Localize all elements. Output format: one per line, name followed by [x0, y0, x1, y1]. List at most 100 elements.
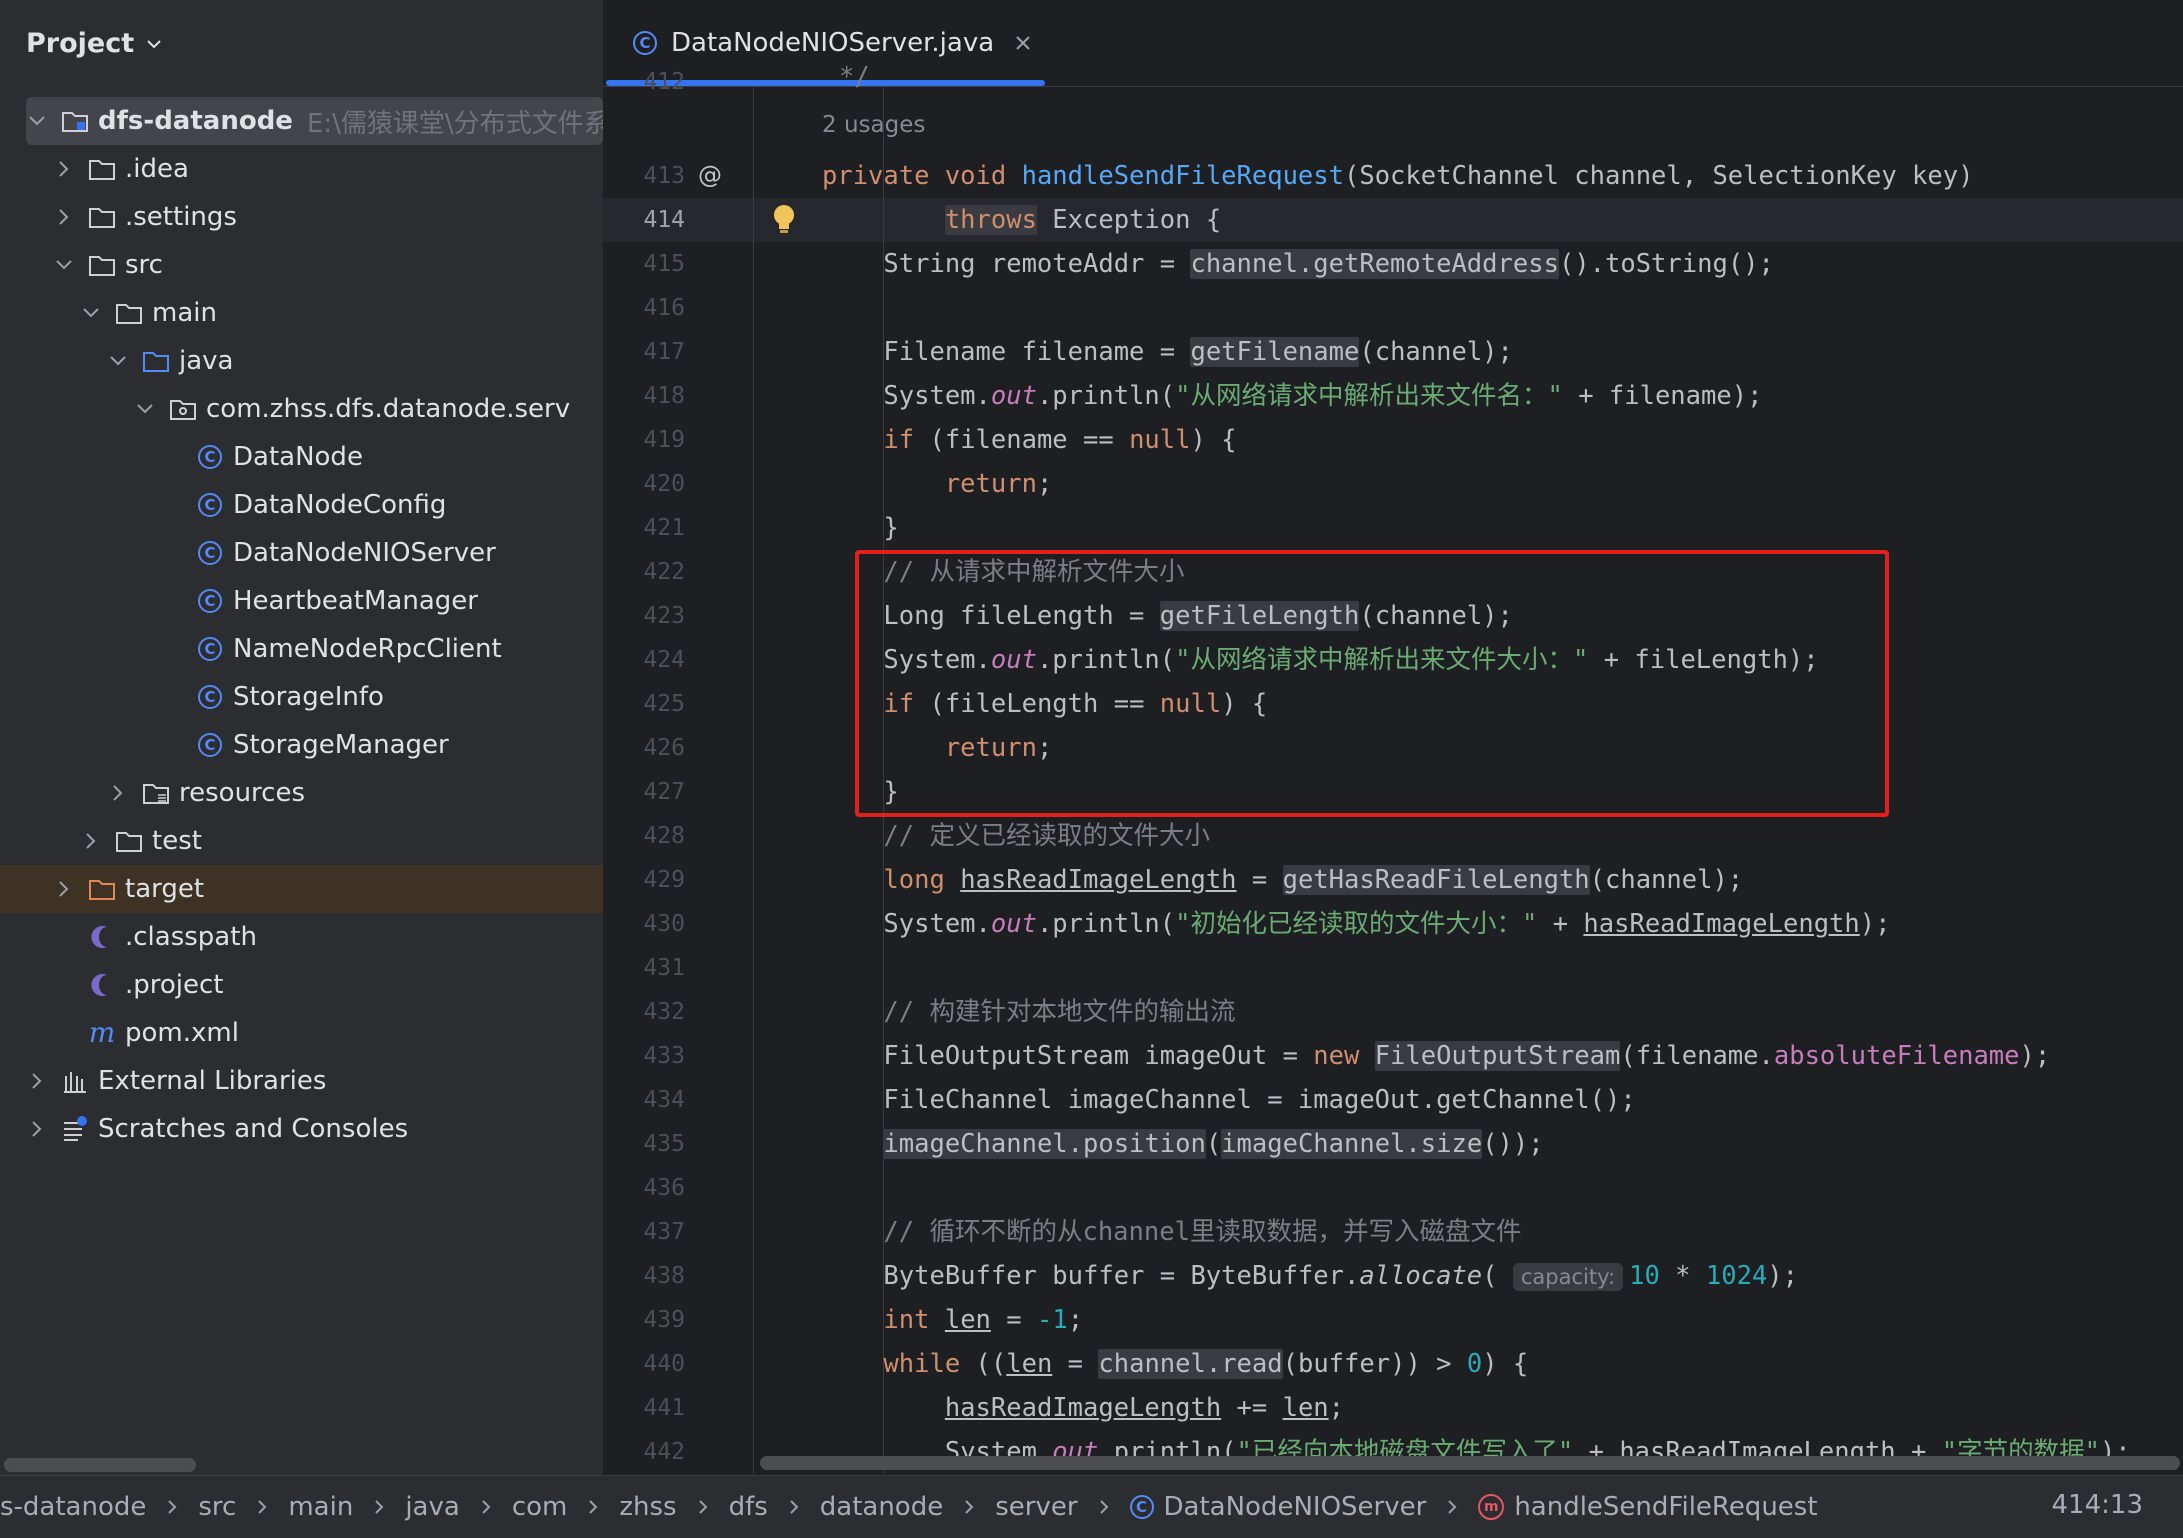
code-line-437: // 循环不断的从channel里读取数据，并写入磁盘文件 — [883, 1217, 1522, 1247]
tree-item-dfs-datanode[interactable]: dfs-datanode E:\儒猿课堂\分布式文件系 — [26, 97, 603, 145]
breadcrumb-item[interactable]: src — [198, 1492, 236, 1522]
tree-item-com-zhss-dfs-datanode-serv[interactable]: com.zhss.dfs.datanode.serv — [0, 385, 603, 433]
chevron-right-icon[interactable] — [53, 206, 75, 228]
tree-item-storageinfo[interactable]: C StorageInfo — [0, 673, 603, 721]
tree-item-main[interactable]: main — [0, 289, 603, 337]
tree-item-storagemanager[interactable]: C StorageManager — [0, 721, 603, 769]
project-panel-header[interactable]: Project — [26, 28, 164, 59]
breadcrumb-item[interactable]: server — [995, 1492, 1077, 1522]
code-line-430: System.out.println("初始化已经读取的文件大小：" + has… — [822, 909, 1891, 939]
breadcrumb-label: main — [288, 1492, 354, 1522]
breadcrumb-item[interactable]: datanode — [820, 1492, 943, 1522]
tree-item-datanodenioserver[interactable]: C DataNodeNIOServer — [0, 529, 603, 577]
class-icon: C — [633, 31, 657, 55]
parameter-hint: capacity: — [1512, 1263, 1624, 1291]
chevron-right-icon[interactable] — [53, 878, 75, 900]
no-arrow-spacer — [161, 638, 183, 660]
usages-hint[interactable]: 2 usages — [822, 112, 925, 138]
editor-horizontal-scrollbar[interactable] — [760, 1456, 2180, 1470]
tree-item-label: DataNodeNIOServer — [233, 538, 496, 568]
tree-item-label: src — [125, 250, 163, 280]
line-number: 427 — [643, 779, 685, 805]
close-icon[interactable] — [1014, 34, 1032, 52]
breadcrumb-item[interactable]: zhss — [619, 1492, 676, 1522]
tree-item-src[interactable]: src — [0, 241, 603, 289]
chevron-down-icon[interactable] — [80, 302, 102, 324]
breadcrumb-item[interactable]: C DataNodeNIOServer — [1129, 1492, 1427, 1522]
class-icon: C — [195, 682, 225, 712]
chevron-down-icon[interactable] — [107, 350, 129, 372]
tree-item-label: Scratches and Consoles — [98, 1114, 409, 1144]
line-number: 437 — [643, 1219, 685, 1245]
chevron-right-icon — [698, 1500, 707, 1514]
tree-item-test[interactable]: test — [0, 817, 603, 865]
tree-item-settings[interactable]: .settings — [0, 193, 603, 241]
tree-item-label: DataNode — [233, 442, 363, 472]
breadcrumb-label: server — [995, 1492, 1078, 1522]
tree-item-datanode[interactable]: C DataNode — [0, 433, 603, 481]
line-number: 416 — [643, 295, 685, 321]
chevron-right-icon — [589, 1500, 598, 1514]
breadcrumb-label: DataNodeNIOServer — [1163, 1492, 1427, 1522]
project-horizontal-scrollbar[interactable] — [4, 1458, 196, 1472]
no-arrow-spacer — [53, 926, 75, 948]
class-icon: C — [195, 538, 225, 568]
gutter-separator — [753, 86, 754, 1475]
tree-item-datanodeconfig[interactable]: C DataNodeConfig — [0, 481, 603, 529]
no-arrow-spacer — [53, 974, 75, 996]
tree-item-scratches-and-consoles[interactable]: Scratches and Consoles — [0, 1105, 603, 1153]
line-number: 425 — [643, 691, 685, 717]
breadcrumb-item[interactable]: java — [405, 1492, 459, 1522]
tree-item-pom-xml[interactable]: m pom.xml — [0, 1009, 603, 1057]
excluded-folder-icon — [87, 874, 117, 904]
tree-item-namenoderpcclient[interactable]: C NameNodeRpcClient — [0, 625, 603, 673]
line-number: 418 — [643, 383, 685, 409]
chevron-right-icon[interactable] — [26, 1070, 48, 1092]
code-line-441: hasReadImageLength += len; — [944, 1393, 1345, 1423]
code-line-412: */ — [839, 62, 870, 92]
code-line-417: Filename filename = getFilename(channel)… — [822, 337, 1513, 367]
folder-icon — [87, 154, 117, 184]
tree-item-java[interactable]: java — [0, 337, 603, 385]
chevron-down-icon[interactable] — [53, 254, 75, 276]
breadcrumb-item[interactable]: s-datanode — [0, 1492, 146, 1522]
tree-item-label: .classpath — [125, 922, 257, 952]
line-number: 422 — [643, 559, 685, 585]
no-arrow-spacer — [161, 590, 183, 612]
chevron-down-icon[interactable] — [26, 110, 48, 132]
chevron-right-icon[interactable] — [107, 782, 129, 804]
code-line-414: throws Exception { — [944, 205, 1222, 235]
code-line-439: int len = -1; — [883, 1305, 1084, 1335]
tree-item-label: HeartbeatManager — [233, 586, 478, 616]
line-number: 414 — [643, 207, 685, 233]
chevron-down-icon[interactable] — [144, 34, 164, 54]
tree-item-heartbeatmanager[interactable]: C HeartbeatManager — [0, 577, 603, 625]
tree-item-label: test — [152, 826, 202, 856]
chevron-right-icon[interactable] — [26, 1118, 48, 1140]
line-number-text: 412 — [643, 70, 685, 94]
tree-item-label: .settings — [125, 202, 237, 232]
breadcrumb-item[interactable]: com — [512, 1492, 568, 1522]
tree-item-project[interactable]: .project — [0, 961, 603, 1009]
code-line-435: imageChannel.position(imageChannel.size(… — [883, 1129, 1544, 1159]
implements-at-icon[interactable]: @ — [695, 160, 725, 190]
tree-item-external-libraries[interactable]: External Libraries — [0, 1057, 603, 1105]
line-number: 423 — [643, 603, 685, 629]
code-line-415: String remoteAddr = channel.getRemoteAdd… — [822, 249, 1774, 279]
chevron-right-icon[interactable] — [80, 830, 102, 852]
libraries-icon — [60, 1066, 90, 1096]
chevron-right-icon[interactable] — [53, 158, 75, 180]
breadcrumb-item[interactable]: main — [288, 1492, 353, 1522]
tree-item-classpath[interactable]: .classpath — [0, 913, 603, 961]
chevron-right-icon — [482, 1500, 491, 1514]
tree-item-target[interactable]: target — [0, 865, 603, 913]
lightbulb-icon[interactable] — [770, 203, 798, 237]
breadcrumb-item[interactable]: dfs — [729, 1492, 768, 1522]
no-arrow-spacer — [161, 686, 183, 708]
caret-position[interactable]: 414:13 — [2052, 1490, 2143, 1520]
tree-item-idea[interactable]: .idea — [0, 145, 603, 193]
breadcrumb-item[interactable]: m handleSendFileRequest — [1478, 1492, 1818, 1522]
line-number: 431 — [643, 955, 685, 981]
tree-item-resources[interactable]: resources — [0, 769, 603, 817]
chevron-down-icon[interactable] — [134, 398, 156, 420]
